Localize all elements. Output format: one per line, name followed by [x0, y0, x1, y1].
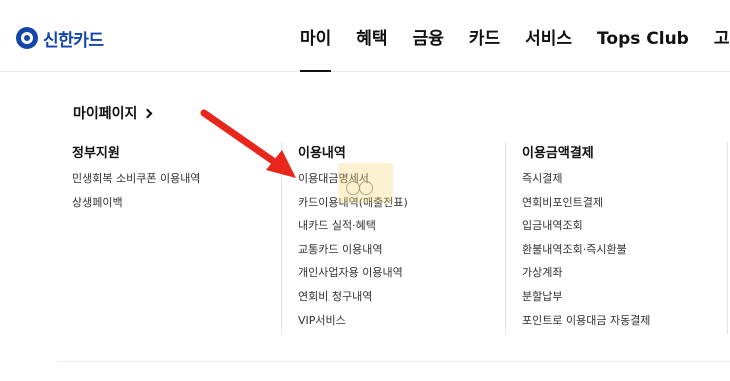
menu-item[interactable]: VIP서비스: [298, 313, 408, 337]
menu-item[interactable]: 연회비포인트결제: [522, 195, 650, 219]
brand-name: 신한카드: [43, 30, 104, 51]
menu-item-billing-statement[interactable]: 이용대금명세서: [298, 171, 408, 195]
shinhan-logo-icon: [16, 27, 38, 49]
menu-item[interactable]: 교통카드 이용내역: [298, 242, 408, 266]
chevron-right-icon: [142, 108, 153, 118]
menu-item[interactable]: 카드이용내역(매출전표): [298, 195, 408, 219]
menu-item[interactable]: 환불내역조회·즉시환불: [522, 242, 650, 266]
menu-item[interactable]: 연회비 청구내역: [298, 289, 408, 313]
menu-item[interactable]: 가상계좌: [522, 265, 650, 289]
menu-item[interactable]: 입금내역조회: [522, 218, 650, 242]
menu-item[interactable]: 내카드 실적·혜택: [298, 218, 408, 242]
nav-card[interactable]: 카드: [469, 0, 500, 72]
menu-item[interactable]: 포인트로 이용대금 자동결제: [522, 313, 650, 337]
nav-tops-club[interactable]: Tops Club: [597, 0, 689, 72]
menu-item[interactable]: 상생페이백: [72, 195, 200, 219]
menu-item[interactable]: 개인사업자용 이용내역: [298, 265, 408, 289]
nav-my[interactable]: 마이: [300, 0, 332, 72]
column-title: 이용금액결제: [522, 146, 594, 161]
mypage-link[interactable]: 마이페이지: [73, 103, 153, 123]
column-divider: [727, 142, 728, 334]
menu-item[interactable]: 분할납부: [522, 289, 650, 313]
menu-column-usage-history: 이용내역 이용대금명세서 카드이용내역(매출전표) 내카드 실적·혜택 교통카드…: [281, 142, 408, 334]
menu-column-government-support: 정부지원 민생회복 소비쿠폰 이용내역 상생페이백: [72, 142, 200, 218]
nav-customer[interactable]: 고객: [714, 0, 730, 72]
menu-item[interactable]: 즉시결제: [522, 171, 650, 195]
menu-item[interactable]: 민생회복 소비쿠폰 이용내역: [72, 171, 200, 195]
nav-benefits[interactable]: 혜택: [356, 0, 387, 72]
site-header: 신한카드 마이 혜택 금융 카드 서비스 Tops Club 고객: [0, 0, 730, 72]
nav-service[interactable]: 서비스: [525, 0, 572, 72]
divider: [58, 361, 730, 362]
mypage-label: 마이페이지: [73, 106, 138, 122]
nav-finance[interactable]: 금융: [413, 0, 444, 72]
column-title: 정부지원: [72, 146, 120, 161]
global-nav: 마이 혜택 금융 카드 서비스 Tops Club 고객: [300, 0, 730, 72]
column-title: 이용내역: [298, 146, 346, 161]
shinhan-card-logo[interactable]: 신한카드: [16, 26, 104, 51]
menu-column-payment: 이용금액결제 즉시결제 연회비포인트결제 입금내역조회 환불내역조회·즉시환불 …: [505, 142, 650, 334]
